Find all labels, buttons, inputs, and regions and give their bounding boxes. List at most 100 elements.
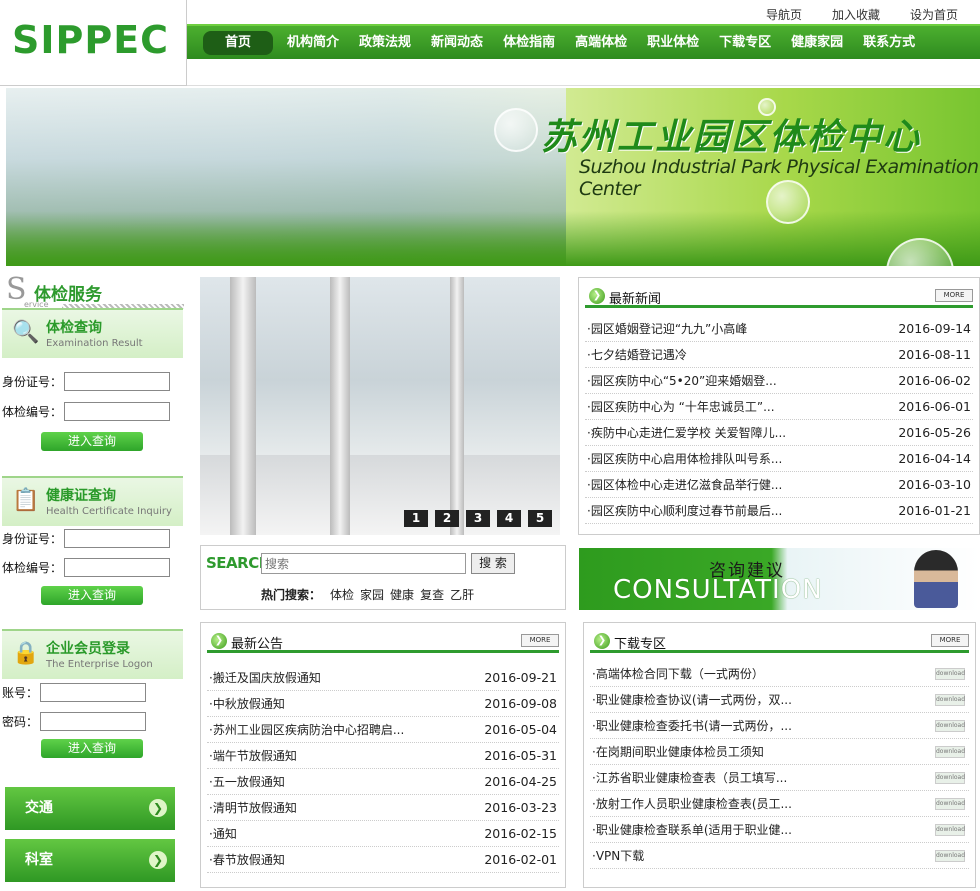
download-title[interactable]: ·高端体检合同下载（一式两份） xyxy=(592,661,764,686)
list-item[interactable]: ·搬迁及国庆放假通知 2016-09-21 xyxy=(207,665,559,691)
list-item[interactable]: ·清明节放假通知 2016-03-23 xyxy=(207,795,559,821)
exam-query-button[interactable]: 进入查询 xyxy=(41,432,143,451)
slider-page-2[interactable]: 2 xyxy=(435,510,459,527)
search-input[interactable] xyxy=(261,553,466,574)
password-input[interactable] xyxy=(40,712,147,731)
exam-id-input[interactable] xyxy=(64,372,171,391)
list-item[interactable]: ·疾防中心走进仁爱学校 关爱智障儿... 2016-05-26 xyxy=(585,420,973,446)
hot-term[interactable]: 健康 xyxy=(390,586,414,603)
site-logo[interactable]: SIPPEC xyxy=(0,0,187,86)
news-title[interactable]: ·园区体检中心走进亿滋食品举行健... xyxy=(587,472,782,497)
nav-health-home[interactable]: 健康家园 xyxy=(781,31,853,55)
notices-more[interactable]: MORE xyxy=(521,634,559,647)
search-button[interactable]: 搜 索 xyxy=(471,553,515,574)
account-row: 账号： xyxy=(2,683,147,702)
exam-no-input[interactable] xyxy=(64,402,171,421)
news-title[interactable]: ·园区疾防中心为 “十年忠诚员工”... xyxy=(587,394,775,419)
news-title[interactable]: ·园区疾防中心顺利度过春节前最后... xyxy=(587,498,782,523)
list-item[interactable]: ·园区疾防中心“5•20”迎来婚姻登... 2016-06-02 xyxy=(585,368,973,394)
list-item[interactable]: ·中秋放假通知 2016-09-08 xyxy=(207,691,559,717)
account-input[interactable] xyxy=(40,683,147,702)
notice-title[interactable]: ·中秋放假通知 xyxy=(209,691,285,716)
lock-icon: 🔒 xyxy=(12,641,40,666)
nav-guide[interactable]: 体检指南 xyxy=(493,31,565,55)
hot-term[interactable]: 体检 xyxy=(330,586,354,603)
top-link-favorite[interactable]: 加入收藏 xyxy=(832,6,880,23)
download-badge[interactable]: download xyxy=(935,720,965,732)
list-item[interactable]: ·春节放假通知 2016-02-01 xyxy=(207,847,559,873)
download-title[interactable]: ·江苏省职业健康检查表（员工填写... xyxy=(592,765,787,790)
news-title[interactable]: ·园区婚姻登记迎“九九”小高峰 xyxy=(587,316,747,341)
list-item[interactable]: ·园区疾防中心顺利度过春节前最后... 2016-01-21 xyxy=(585,498,973,524)
download-badge[interactable]: download xyxy=(935,694,965,706)
news-title[interactable]: ·疾防中心走进仁爱学校 关爱智障儿... xyxy=(587,420,786,445)
news-title[interactable]: ·园区疾防中心启用体检排队叫号系... xyxy=(587,446,782,471)
list-item[interactable]: ·园区婚姻登记迎“九九”小高峰 2016-09-14 xyxy=(585,316,973,342)
news-title[interactable]: ·七夕结婚登记遇冷 xyxy=(587,342,687,367)
traffic-button[interactable]: 交通 ❯ xyxy=(5,787,175,830)
nav-contact[interactable]: 联系方式 xyxy=(853,31,925,55)
download-badge[interactable]: download xyxy=(935,668,965,680)
nav-home[interactable]: 首页 xyxy=(203,30,274,55)
list-item[interactable]: ·苏州工业园区疾病防治中心招聘启... 2016-05-04 xyxy=(207,717,559,743)
notice-title[interactable]: ·通知 xyxy=(209,821,237,846)
notice-title[interactable]: ·清明节放假通知 xyxy=(209,795,297,820)
news-title[interactable]: ·园区疾防中心“5•20”迎来婚姻登... xyxy=(587,368,777,393)
notice-title[interactable]: ·五一放假通知 xyxy=(209,769,285,794)
nav-occupational[interactable]: 职业体检 xyxy=(637,31,709,55)
list-item[interactable]: ·端午节放假通知 2016-05-31 xyxy=(207,743,559,769)
cert-query-button[interactable]: 进入查询 xyxy=(41,586,143,605)
slider-page-4[interactable]: 4 xyxy=(497,510,521,527)
slider-page-5[interactable]: 5 xyxy=(528,510,552,527)
download-title[interactable]: ·职业健康检查委托书(请一式两份，... xyxy=(592,713,792,738)
latest-news-more[interactable]: MORE xyxy=(935,289,973,302)
nav-news[interactable]: 新闻动态 xyxy=(421,31,493,55)
notice-title[interactable]: ·苏州工业园区疾病防治中心招聘启... xyxy=(209,717,404,742)
list-item[interactable]: ·园区体检中心走进亿滋食品举行健... 2016-03-10 xyxy=(585,472,973,498)
download-badge[interactable]: download xyxy=(935,850,965,862)
list-item[interactable]: ·园区疾防中心为 “十年忠诚员工”... 2016-06-01 xyxy=(585,394,973,420)
nav-premium[interactable]: 高端体检 xyxy=(565,31,637,55)
list-item[interactable]: ·高端体检合同下载（一式两份） download xyxy=(590,661,969,687)
slider-page-3[interactable]: 3 xyxy=(466,510,490,527)
notice-title[interactable]: ·春节放假通知 xyxy=(209,847,285,872)
notice-title[interactable]: ·端午节放假通知 xyxy=(209,743,297,768)
list-item[interactable]: ·在岗期间职业健康体检员工须知 download xyxy=(590,739,969,765)
top-link-nav[interactable]: 导航页 xyxy=(766,6,802,23)
slider-page-1[interactable]: 1 xyxy=(404,510,428,527)
list-item[interactable]: ·放射工作人员职业健康检查表(员工... download xyxy=(590,791,969,817)
top-link-homepage[interactable]: 设为首页 xyxy=(910,6,958,23)
download-badge[interactable]: download xyxy=(935,772,965,784)
hot-term[interactable]: 乙肝 xyxy=(450,586,474,603)
list-item[interactable]: ·职业健康检查委托书(请一式两份，... download xyxy=(590,713,969,739)
member-login-button[interactable]: 进入查询 xyxy=(41,739,143,758)
cert-no-input[interactable] xyxy=(64,558,171,577)
list-item[interactable]: ·五一放假通知 2016-04-25 xyxy=(207,769,559,795)
notice-title[interactable]: ·搬迁及国庆放假通知 xyxy=(209,665,321,690)
list-item[interactable]: ·江苏省职业健康检查表（员工填写... download xyxy=(590,765,969,791)
list-item[interactable]: ·VPN下载 download xyxy=(590,843,969,869)
list-item[interactable]: ·七夕结婚登记遇冷 2016-08-11 xyxy=(585,342,973,368)
downloads-more[interactable]: MORE xyxy=(931,634,969,647)
consultation-banner[interactable]: 咨询建议 CONSULTATION xyxy=(579,548,980,610)
download-badge[interactable]: download xyxy=(935,746,965,758)
download-title[interactable]: ·职业健康检查联系单(适用于职业健... xyxy=(592,817,792,842)
cert-id-input[interactable] xyxy=(64,529,171,548)
hot-term[interactable]: 复查 xyxy=(420,586,444,603)
download-title[interactable]: ·在岗期间职业健康体检员工须知 xyxy=(592,739,764,764)
nav-download[interactable]: 下载专区 xyxy=(709,31,781,55)
nav-policy[interactable]: 政策法规 xyxy=(349,31,421,55)
hot-term[interactable]: 家园 xyxy=(360,586,384,603)
download-title[interactable]: ·VPN下载 xyxy=(592,843,644,868)
download-badge[interactable]: download xyxy=(935,824,965,836)
download-title[interactable]: ·职业健康检查协议(请一式两份，双... xyxy=(592,687,792,712)
list-item[interactable]: ·园区疾防中心启用体检排队叫号系... 2016-04-14 xyxy=(585,446,973,472)
main-nav: 首页 机构简介 政策法规 新闻动态 体检指南 高端体检 职业体检 下载专区 健康… xyxy=(187,24,980,59)
department-button[interactable]: 科室 ❯ xyxy=(5,839,175,882)
list-item[interactable]: ·职业健康检查联系单(适用于职业健... download xyxy=(590,817,969,843)
nav-about[interactable]: 机构简介 xyxy=(277,31,349,55)
download-badge[interactable]: download xyxy=(935,798,965,810)
list-item[interactable]: ·通知 2016-02-15 xyxy=(207,821,559,847)
list-item[interactable]: ·职业健康检查协议(请一式两份，双... download xyxy=(590,687,969,713)
download-title[interactable]: ·放射工作人员职业健康检查表(员工... xyxy=(592,791,792,816)
